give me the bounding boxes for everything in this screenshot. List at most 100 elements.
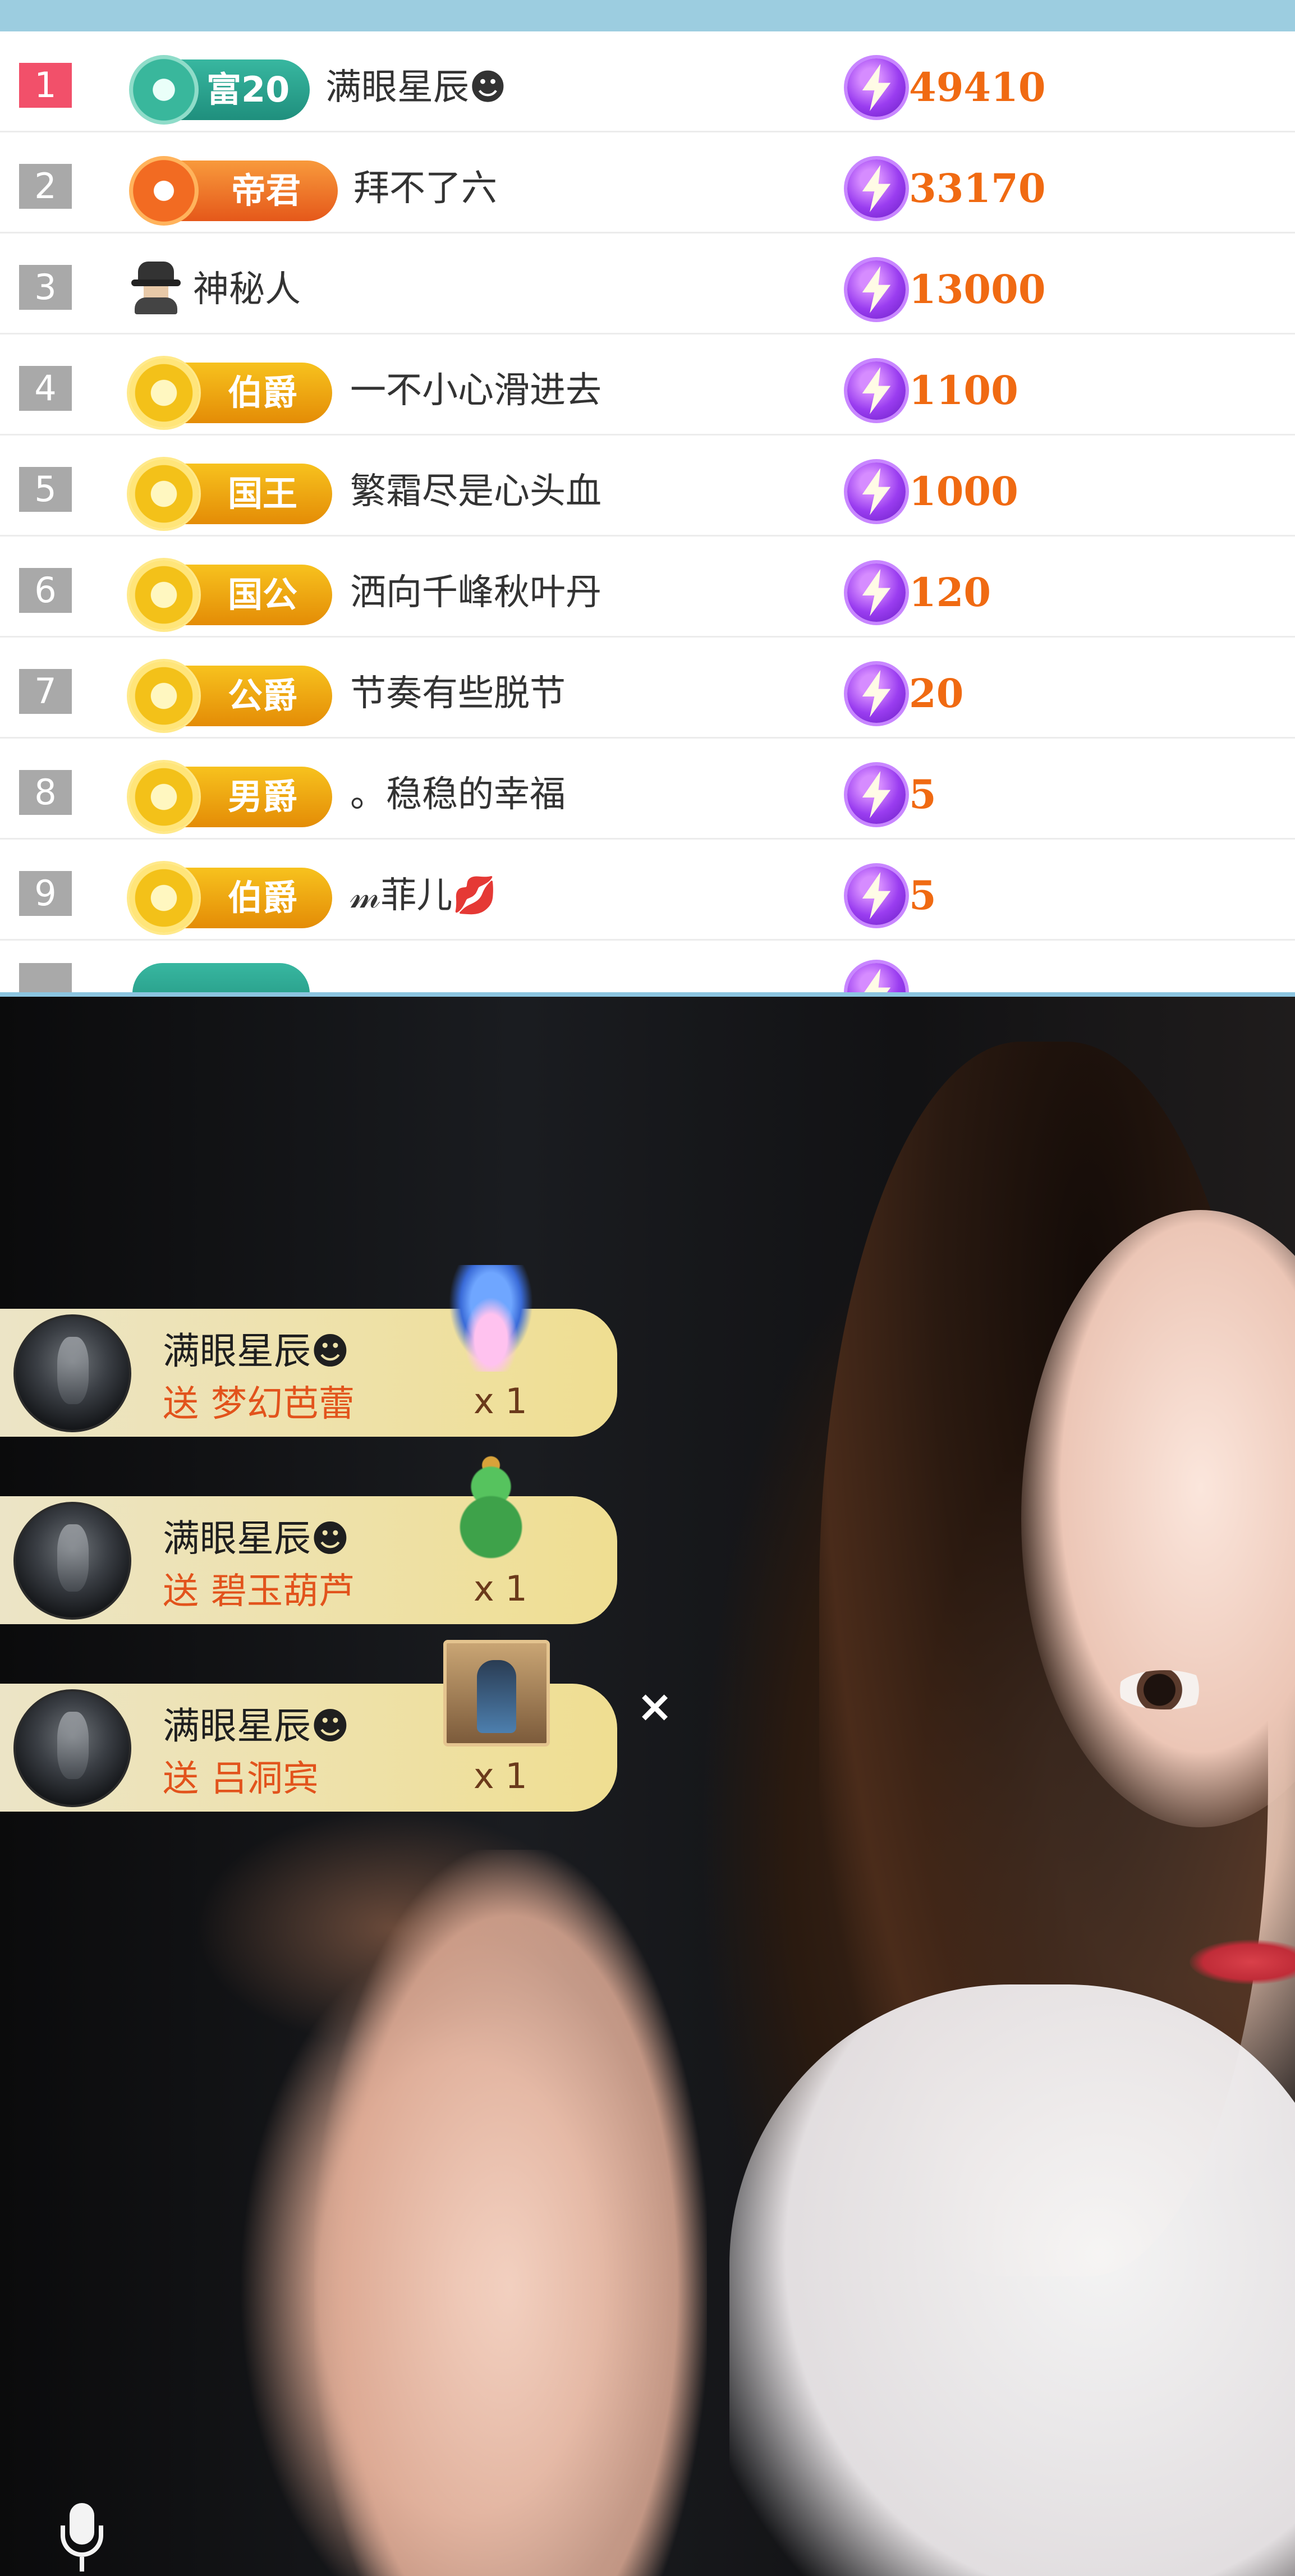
noble-badge: 公爵 — [129, 661, 332, 731]
gift-name: 吕洞宾 — [211, 1758, 319, 1800]
badge-label: 男爵 — [228, 776, 298, 817]
ranking-row[interactable]: 5 国王 繁霜尽是心头血 1000 — [0, 436, 1295, 537]
lightning-gift-icon — [847, 563, 906, 622]
user-name[interactable]: 洒向千峰秋叶丹 — [350, 566, 601, 620]
gift-message: 送梦幻芭蕾 — [163, 1375, 355, 1427]
gift-notification: 满眼星辰☻ 送梦幻芭蕾 x 1 — [0, 1265, 617, 1437]
badge-label: 国王 — [228, 473, 298, 514]
gift-notification: 满眼星辰☻ 送吕洞宾 x 1 — [0, 1640, 617, 1812]
ranking-row[interactable]: 8 男爵 。稳稳的幸福 5 — [0, 739, 1295, 840]
gift-count: x 1 — [474, 1755, 527, 1796]
lightning-gift-icon — [847, 963, 906, 992]
user-name[interactable]: 满眼星辰☻ — [325, 61, 507, 114]
gift-message: 送碧玉葫芦 — [163, 1562, 355, 1614]
lightning-gift-icon — [847, 159, 906, 218]
noble-badge: 国公 — [129, 560, 332, 630]
jade-gourd-gift-icon — [443, 1452, 539, 1559]
gift-sender-name[interactable]: 满眼星辰☻ — [163, 1509, 350, 1562]
ranking-row[interactable]: 4 伯爵 一不小心滑进去 1100 — [0, 334, 1295, 436]
ranking-row[interactable]: 2 帝君 拜不了六 33170 — [0, 132, 1295, 233]
lightning-gift-icon — [847, 664, 906, 723]
user-name[interactable]: 繁霜尽是心头血 — [350, 465, 601, 519]
gold-medal-icon — [129, 358, 199, 428]
lightning-gift-icon — [847, 462, 906, 521]
contribution-value: 120 — [909, 569, 991, 616]
gift-name: 碧玉葫芦 — [211, 1571, 355, 1612]
contribution-value: 1000 — [909, 468, 1018, 515]
badge-label: 国公 — [228, 574, 298, 615]
rank-number: 7 — [19, 669, 72, 714]
ranking-row-partial[interactable] — [0, 941, 1295, 992]
lightning-gift-icon — [847, 260, 906, 319]
rank-number: 2 — [19, 164, 72, 209]
user-name[interactable]: 。稳稳的幸福 — [350, 768, 566, 822]
ranking-row[interactable]: 7 公爵 节奏有些脱节 20 — [0, 638, 1295, 739]
lightning-gift-icon — [847, 58, 906, 117]
mystery-person-icon — [130, 262, 182, 314]
contribution-ranking-list[interactable]: 1 富20 满眼星辰☻ 49410 2 帝君 拜不了六 33170 3 神秘人 … — [0, 31, 1295, 992]
noble-badge: 帝君 — [129, 156, 338, 226]
ranking-row[interactable]: 3 神秘人 13000 — [0, 233, 1295, 334]
streamer-shirt — [729, 1984, 1295, 2576]
lightning-gift-icon — [847, 867, 906, 925]
rank-number: 9 — [19, 871, 72, 916]
contribution-value: 13000 — [909, 266, 1046, 313]
gift-count: x 1 — [474, 1381, 527, 1422]
badge-label: 伯爵 — [228, 372, 298, 413]
noble-badge: 男爵 — [129, 762, 332, 832]
contribution-value: 1100 — [909, 367, 1018, 414]
rank-number: 3 — [19, 265, 72, 310]
badge-label: 富20 — [206, 69, 290, 110]
gift-sender-name[interactable]: 满眼星辰☻ — [163, 1321, 350, 1375]
badge-label: 公爵 — [228, 675, 298, 716]
close-icon[interactable]: × — [634, 1685, 676, 1729]
badge-label: 伯爵 — [228, 877, 298, 918]
rank-number: 6 — [19, 568, 72, 613]
gift-verb: 送 — [163, 1758, 199, 1800]
rank-number: 1 — [19, 63, 72, 108]
ranking-row[interactable]: 1 富20 满眼星辰☻ 49410 — [0, 31, 1295, 132]
live-video-stream[interactable]: 满眼星辰☻ 送梦幻芭蕾 x 1 满眼星辰☻ 送碧玉葫芦 x 1 满眼星辰☻ 送吕… — [0, 992, 1295, 2576]
avatar[interactable] — [13, 1314, 131, 1432]
gift-notification: 满眼星辰☻ 送碧玉葫芦 x 1 — [0, 1452, 617, 1624]
rank-number: 8 — [19, 770, 72, 815]
rank-number: 5 — [19, 467, 72, 512]
rank-number: 4 — [19, 366, 72, 411]
gold-medal-icon — [129, 863, 199, 933]
user-name[interactable]: 一不小心滑进去 — [350, 364, 601, 418]
top-header-bar — [0, 0, 1295, 31]
contribution-value: 5 — [909, 872, 936, 919]
badge-partial — [132, 963, 310, 992]
streamer-eye — [1117, 1670, 1212, 1709]
gold-medal-icon — [129, 459, 199, 529]
microphone-icon[interactable] — [48, 2503, 116, 2576]
gold-medal-icon — [129, 661, 199, 731]
avatar[interactable] — [13, 1689, 131, 1807]
ballet-gift-icon — [443, 1265, 539, 1372]
contribution-value: 5 — [909, 771, 936, 818]
lightning-gift-icon — [847, 361, 906, 420]
user-name[interactable]: 神秘人 — [193, 263, 301, 317]
user-name[interactable]: 拜不了六 — [353, 162, 497, 216]
ranking-row[interactable]: 6 国公 洒向千峰秋叶丹 120 — [0, 537, 1295, 638]
gift-verb: 送 — [163, 1383, 199, 1425]
ranking-row[interactable]: 9 伯爵 𝓂菲儿💋 5 — [0, 840, 1295, 941]
noble-badge: 国王 — [129, 459, 332, 529]
avatar[interactable] — [13, 1502, 131, 1620]
noble-badge: 伯爵 — [129, 863, 332, 933]
rank-number-partial — [19, 963, 72, 992]
wealth-medal-icon — [129, 55, 199, 125]
user-name[interactable]: 节奏有些脱节 — [350, 667, 566, 721]
emperor-medal-icon — [129, 156, 199, 226]
gift-message: 送吕洞宾 — [163, 1750, 319, 1802]
contribution-value: 33170 — [909, 165, 1046, 212]
wealth-level-badge: 富20 — [129, 55, 310, 125]
gold-medal-icon — [129, 560, 199, 630]
gift-verb: 送 — [163, 1571, 199, 1612]
gold-medal-icon — [129, 762, 199, 832]
gift-name: 梦幻芭蕾 — [211, 1383, 355, 1425]
contribution-value: 49410 — [909, 64, 1046, 111]
noble-badge: 伯爵 — [129, 358, 332, 428]
gift-sender-name[interactable]: 满眼星辰☻ — [163, 1696, 350, 1750]
user-name[interactable]: 𝓂菲儿💋 — [350, 869, 497, 923]
